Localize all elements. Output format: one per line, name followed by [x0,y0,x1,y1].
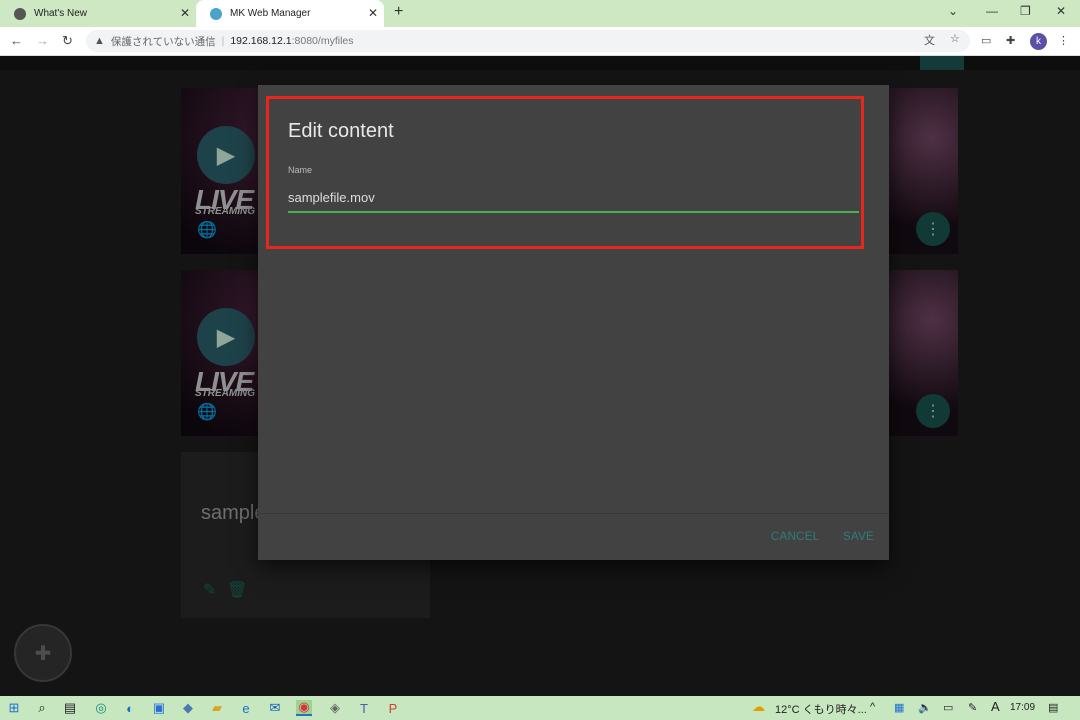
internet-explorer-icon[interactable]: e [238,700,254,716]
search-icon[interactable]: ⌕ [34,700,50,716]
warning-icon: ▲ [94,35,105,47]
task-view-icon[interactable]: ▤ [62,700,78,716]
windows-taskbar: ⊞ ⌕ ▤ ◎ ◐ ▣ ◆ ▰ e ✉ ◉ ◈ T P ☁ 12°C くもり時々… [0,696,1080,720]
back-icon[interactable]: ← [10,33,23,48]
weather-icon[interactable]: ☁ [752,699,765,715]
save-button[interactable]: SAVE [843,531,874,543]
reload-icon[interactable]: ↻ [62,33,73,49]
security-label: 保護されていない通信 [110,35,216,48]
tab-whats-new[interactable]: What's New ✕ [0,0,196,27]
start-icon[interactable]: ⊞ [6,700,22,716]
file-explorer-icon[interactable]: ▰ [209,700,225,716]
restore-icon[interactable]: ❐ [1020,4,1031,18]
close-window-icon[interactable]: ✕ [1056,4,1066,18]
tab-mk-web-manager[interactable]: MK Web Manager ✕ [196,0,384,27]
bookmark-star-icon[interactable]: ☆ [950,32,960,45]
edit-content-dialog: Edit content Name CANCEL SAVE [258,85,889,560]
forward-icon[interactable]: → [36,33,49,48]
app-icon[interactable]: ◎ [93,700,109,716]
chevron-up-icon[interactable]: ^ [870,701,875,713]
pen-icon[interactable]: ✎ [968,701,977,714]
clock[interactable]: 17:09 [1010,702,1035,713]
app-icon[interactable]: ◆ [180,700,196,716]
minimize-icon[interactable]: — [986,4,998,18]
outlook-icon[interactable]: ✉ [267,700,283,716]
battery-icon[interactable]: ▭ [943,701,953,714]
tab-title: MK Web Manager [230,8,311,19]
mk-favicon-icon [210,7,222,20]
extensions-icon[interactable]: ✚ [1006,34,1015,47]
chrome-icon[interactable]: ◉ [296,699,312,716]
store-icon[interactable]: ▣ [151,700,167,716]
volume-icon[interactable]: 🔈 [918,701,932,714]
highlight-box [266,96,864,249]
url-path: :8080/myfiles [291,35,354,47]
ime-indicator[interactable]: A [991,699,1000,714]
name-field-label: Name [288,165,313,175]
new-tab-icon[interactable]: + [394,3,403,21]
address-separator: | [221,35,225,47]
translate-icon[interactable]: 文 [924,32,935,48]
close-tab-icon[interactable]: ✕ [180,6,190,20]
dialog-divider [258,513,889,514]
chrome-icon [14,7,26,20]
tab-search-icon[interactable]: ⌄ [948,4,958,18]
profile-avatar[interactable]: k [1030,33,1047,50]
teams-icon[interactable]: T [356,700,372,716]
weather-text[interactable]: 12°C くもり時々... [775,701,867,717]
powerpoint-icon[interactable]: P [385,700,401,716]
cancel-button[interactable]: CANCEL [771,531,819,543]
close-tab-icon[interactable]: ✕ [368,6,378,20]
name-field[interactable] [288,183,859,213]
app-icon[interactable]: ◈ [327,700,343,716]
menu-icon[interactable]: ⋮ [1058,34,1069,47]
tab-title: What's New [34,8,88,19]
edge-icon[interactable]: ◐ [122,700,138,716]
browser-toolbar: ← → ↻ ▲ 保護されていない通信 | 192.168.12.1 :8080/… [0,27,1080,56]
url-host: 192.168.12.1 [230,35,292,47]
tab-strip: What's New ✕ MK Web Manager ✕ + ⌄ — ❐ ✕ [0,0,1080,27]
tray-app-icon[interactable]: ▦ [894,701,904,714]
notifications-icon[interactable]: ▤ [1048,701,1058,714]
dialog-title: Edit content [288,120,394,142]
cast-icon[interactable]: ▭ [981,34,991,47]
address-bar[interactable]: ▲ 保護されていない通信 | 192.168.12.1 :8080/myfile… [86,30,970,52]
